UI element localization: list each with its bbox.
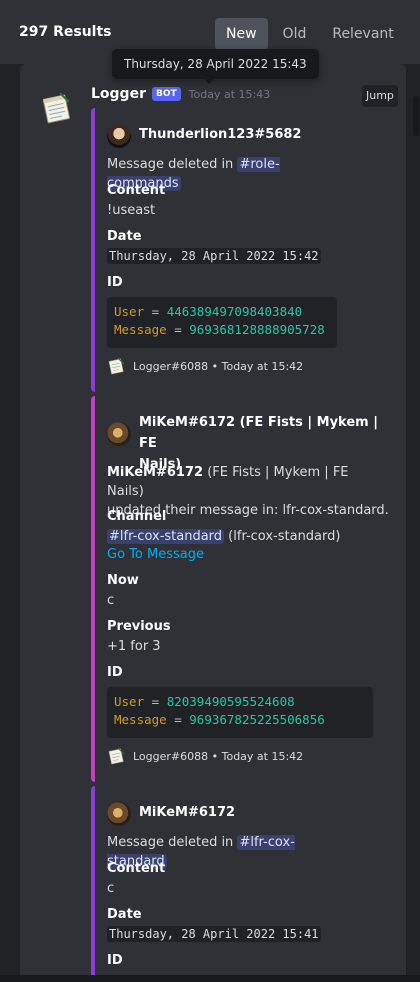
timestamp-tooltip: Thursday, 28 April 2022 15:43 xyxy=(112,49,319,79)
author-avatar[interactable] xyxy=(107,124,131,148)
embed-message-updated: MiKeM#6172 (FE Fists | Mykem | FE Nails)… xyxy=(91,396,389,782)
field-previous-value: +1 for 3 xyxy=(107,639,161,654)
embed-color-bar xyxy=(91,786,95,982)
channel-hash-icon: # xyxy=(239,835,251,850)
notepad-icon[interactable] xyxy=(38,89,74,125)
code-equals: = xyxy=(174,322,182,337)
channel-mention[interactable]: #lfr-cox-standard xyxy=(107,529,225,544)
sort-tab-relevant[interactable]: Relevant xyxy=(321,18,404,50)
code-equals: = xyxy=(151,694,160,709)
field-date-value: Thursday, 28 April 2022 15:42 xyxy=(107,248,321,264)
field-date-label: Date xyxy=(107,907,142,922)
field-previous-label: Previous xyxy=(107,619,171,634)
username[interactable]: Logger xyxy=(91,86,146,102)
channel-hash-icon: # xyxy=(239,157,251,172)
embed-author: MiKeM#6172 xyxy=(107,802,235,826)
embed-message-deleted: MiKeM#6172 Message deleted in #lfr-cox-s… xyxy=(91,786,353,982)
author-avatar[interactable] xyxy=(107,802,131,826)
embed-message-deleted: Thunderlion123#5682 Message deleted in #… xyxy=(91,108,353,392)
code-message-key: Message xyxy=(114,322,167,337)
sort-tab-new[interactable]: New xyxy=(215,18,268,50)
author-name[interactable]: MiKeM#6172 xyxy=(139,802,235,823)
jump-button[interactable]: Jump xyxy=(362,85,398,107)
sort-tabs: New Old Relevant xyxy=(215,18,409,50)
go-to-message-link[interactable]: Go To Message xyxy=(107,547,204,562)
bot-tag: BOT xyxy=(151,87,181,101)
message-timestamp[interactable]: Today at 15:43 xyxy=(189,88,271,101)
embed-footer: Logger#6088 • Today at 15:42 xyxy=(107,747,303,765)
code-message-key: Message xyxy=(114,712,167,727)
date-inline-code: Thursday, 28 April 2022 15:42 xyxy=(107,248,321,264)
message-header: Logger BOT Today at 15:43 xyxy=(91,86,270,102)
author-name[interactable]: Thunderlion123#5682 xyxy=(139,124,301,145)
channel-hash-icon: # xyxy=(109,529,120,544)
description-user: MiKeM#6172 xyxy=(107,465,204,480)
notepad-icon xyxy=(108,747,125,765)
code-equals: = xyxy=(174,712,182,727)
tooltip-arrow xyxy=(204,79,214,84)
code-message-id: 969367825225506856 xyxy=(189,712,325,727)
footer-text: Logger#6088 • Today at 15:42 xyxy=(133,749,304,763)
code-user-key: User xyxy=(114,694,145,709)
field-channel-value: #lfr-cox-standard (lfr-cox-standard) xyxy=(107,529,340,544)
code-message-id: 969368128888905728 xyxy=(189,322,325,337)
field-content-label: Content xyxy=(107,183,166,198)
field-date-label: Date xyxy=(107,229,142,244)
code-equals: = xyxy=(151,304,160,319)
scrollbar-thumb[interactable] xyxy=(413,96,419,136)
embed-footer: Logger#6088 • Today at 15:42 xyxy=(107,357,303,375)
field-date-value: Thursday, 28 April 2022 15:41 xyxy=(107,926,321,942)
field-channel-label: Channel xyxy=(107,509,167,524)
code-user-id: 446389497098403840 xyxy=(166,304,303,319)
footer-text: Logger#6088 • Today at 15:42 xyxy=(133,359,304,373)
field-id-label: ID xyxy=(107,953,123,968)
description-text: Message deleted in xyxy=(107,157,238,172)
field-id-label: ID xyxy=(107,275,123,290)
horizontal-scrollbar[interactable] xyxy=(0,975,420,982)
code-user-key: User xyxy=(114,304,145,319)
id-code-block: User = 446389497098403840 Message = 96936… xyxy=(107,297,337,348)
field-now-label: Now xyxy=(107,573,139,588)
field-id-label: ID xyxy=(107,665,123,680)
notepad-icon xyxy=(108,357,125,375)
field-now-value: c xyxy=(107,593,115,608)
field-content-value: !useast xyxy=(107,203,156,218)
author-avatar[interactable] xyxy=(107,422,131,446)
description-text: Message deleted in xyxy=(107,835,238,850)
channel-name: lfr-cox-standard xyxy=(119,529,223,544)
embed-color-bar xyxy=(91,108,95,392)
embed-author: Thunderlion123#5682 xyxy=(107,124,301,148)
code-user-id: 82039490595524608 xyxy=(166,694,295,709)
field-content-value: c xyxy=(107,881,115,896)
embed-color-bar xyxy=(91,396,95,782)
channel-suffix: (lfr-cox-standard) xyxy=(224,529,341,544)
author-name-line1[interactable]: MiKeM#6172 (FE Fists | Mykem | FE xyxy=(139,412,389,454)
results-count: 297 Results xyxy=(19,24,112,40)
date-inline-code: Thursday, 28 April 2022 15:41 xyxy=(107,926,321,942)
id-code-block: User = 82039490595524608 Message = 969367… xyxy=(107,687,373,738)
scrollbar-track[interactable] xyxy=(412,64,420,982)
sort-tab-old[interactable]: Old xyxy=(272,18,318,50)
field-content-label: Content xyxy=(107,861,166,876)
